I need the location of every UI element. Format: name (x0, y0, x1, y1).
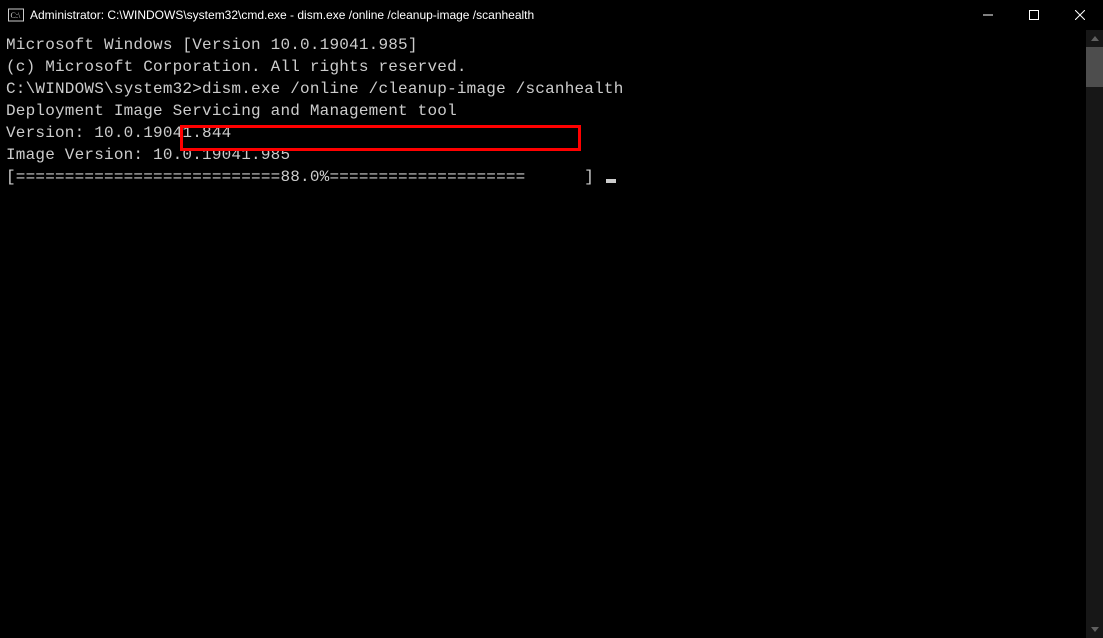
cmd-window: C:\ Administrator: C:\WINDOWS\system32\c… (0, 0, 1103, 638)
tool-name: Deployment Image Servicing and Managemen… (6, 100, 1086, 122)
content-area: Microsoft Windows [Version 10.0.19041.98… (0, 30, 1103, 638)
window-title: Administrator: C:\WINDOWS\system32\cmd.e… (30, 8, 534, 22)
progress-text: [===========================88.0%=======… (6, 168, 604, 186)
minimize-button[interactable] (965, 0, 1011, 30)
prompt-path: C:\WINDOWS\system32> (6, 80, 202, 98)
maximize-button[interactable] (1011, 0, 1057, 30)
cursor (606, 179, 616, 183)
terminal-output[interactable]: Microsoft Windows [Version 10.0.19041.98… (0, 30, 1086, 638)
scroll-down-button[interactable] (1086, 621, 1103, 638)
tool-version: Version: 10.0.19041.844 (6, 122, 1086, 144)
vertical-scrollbar[interactable] (1086, 30, 1103, 638)
progress-bar: [===========================88.0%=======… (6, 166, 1086, 188)
image-version: Image Version: 10.0.19041.985 (6, 144, 1086, 166)
copyright-line: (c) Microsoft Corporation. All rights re… (6, 56, 1086, 78)
command-line: C:\WINDOWS\system32>dism.exe /online /cl… (6, 78, 1086, 100)
scroll-up-button[interactable] (1086, 30, 1103, 47)
titlebar[interactable]: C:\ Administrator: C:\WINDOWS\system32\c… (0, 0, 1103, 30)
scroll-thumb[interactable] (1086, 47, 1103, 87)
window-controls (965, 0, 1103, 30)
cmd-icon: C:\ (8, 7, 24, 23)
svg-text:C:\: C:\ (11, 11, 22, 20)
version-header: Microsoft Windows [Version 10.0.19041.98… (6, 34, 1086, 56)
entered-command: dism.exe /online /cleanup-image /scanhea… (202, 80, 623, 98)
close-button[interactable] (1057, 0, 1103, 30)
